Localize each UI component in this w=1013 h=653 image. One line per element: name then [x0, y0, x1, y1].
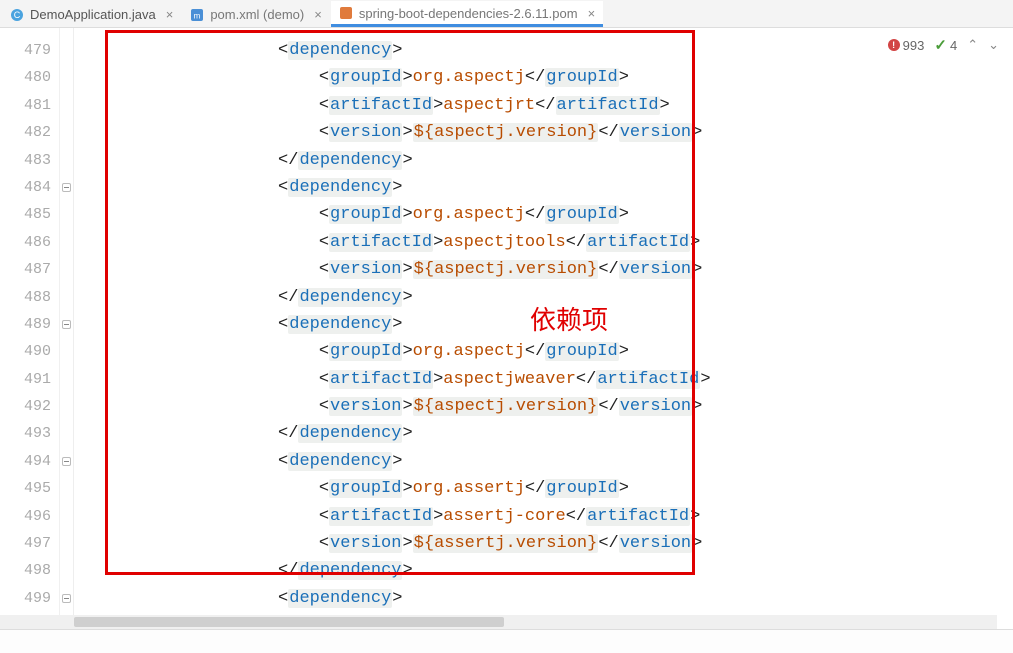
code-line[interactable]: </dependency> — [74, 420, 1013, 447]
warnings-count: 4 — [950, 38, 957, 53]
errors-indicator[interactable]: ! 993 — [888, 38, 925, 53]
tab-spring-boot-deps[interactable]: spring-boot-dependencies-2.6.11.pom × — [331, 1, 603, 27]
line-number[interactable]: 482 — [0, 119, 73, 146]
warnings-indicator[interactable]: ✓ 4 — [934, 36, 957, 54]
line-number[interactable]: 497 — [0, 530, 73, 557]
close-icon[interactable]: × — [166, 8, 174, 21]
code-line[interactable]: <dependency> — [74, 448, 1013, 475]
code-line[interactable]: <version>${aspectj.version}</version> — [74, 256, 1013, 283]
inspection-chevron-down-icon[interactable]: ⌄ — [988, 37, 999, 53]
code-editor[interactable]: <dependency> <groupId>org.aspectj</group… — [74, 28, 1013, 628]
line-number[interactable]: 494 — [0, 448, 73, 475]
close-icon[interactable]: × — [314, 8, 322, 21]
line-number[interactable]: 487 — [0, 256, 73, 283]
error-icon: ! — [888, 39, 900, 51]
tab-pom-xml[interactable]: m pom.xml (demo) × — [182, 1, 330, 27]
code-line[interactable]: </dependency> — [74, 147, 1013, 174]
svg-text:m: m — [194, 11, 201, 20]
code-line[interactable]: <version>${assertj.version}</version> — [74, 530, 1013, 557]
line-number[interactable]: 491 — [0, 366, 73, 393]
code-line[interactable]: <groupId>org.aspectj</groupId> — [74, 338, 1013, 365]
line-number[interactable]: 488 — [0, 284, 73, 311]
line-number[interactable]: 479 — [0, 37, 73, 64]
tab-label: DemoApplication.java — [30, 7, 156, 22]
code-line[interactable]: <dependency> — [74, 174, 1013, 201]
code-line[interactable]: <version>${aspectj.version}</version> — [74, 119, 1013, 146]
inspection-summary[interactable]: ! 993 ✓ 4 ⌃ ⌄ — [884, 34, 1003, 56]
check-icon: ✓ — [934, 36, 947, 54]
code-line[interactable]: <artifactId>aspectjweaver</artifactId> — [74, 366, 1013, 393]
xml-file-icon: m — [190, 8, 204, 22]
pom-file-icon — [339, 6, 353, 20]
code-line[interactable]: <dependency> — [74, 311, 1013, 338]
code-line[interactable]: <artifactId>aspectjtools</artifactId> — [74, 229, 1013, 256]
line-number-gutter[interactable]: 4794804814824834844854864874884894904914… — [0, 28, 74, 628]
code-line[interactable]: <artifactId>assertj-core</artifactId> — [74, 503, 1013, 530]
line-number[interactable]: 493 — [0, 420, 73, 447]
close-icon[interactable]: × — [588, 7, 596, 20]
svg-text:C: C — [14, 10, 21, 20]
line-number[interactable]: 490 — [0, 338, 73, 365]
inspection-chevron-icon[interactable]: ⌃ — [967, 37, 978, 53]
code-line[interactable]: <groupId>org.aspectj</groupId> — [74, 64, 1013, 91]
line-number[interactable]: 492 — [0, 393, 73, 420]
line-number[interactable]: 483 — [0, 147, 73, 174]
code-line[interactable]: <dependency> — [74, 585, 1013, 612]
tab-demoapplication[interactable]: C DemoApplication.java × — [2, 1, 181, 27]
line-number[interactable]: 486 — [0, 229, 73, 256]
editor-area: 4794804814824834844854864874884894904914… — [0, 28, 1013, 628]
code-line[interactable]: </dependency> — [74, 284, 1013, 311]
editor-tabs-bar: C DemoApplication.java × m pom.xml (demo… — [0, 0, 1013, 28]
code-line[interactable]: <version>${aspectj.version}</version> — [74, 393, 1013, 420]
tab-label: pom.xml (demo) — [210, 7, 304, 22]
line-number[interactable]: 495 — [0, 475, 73, 502]
code-line[interactable]: </dependency> — [74, 557, 1013, 584]
code-line[interactable]: <groupId>org.aspectj</groupId> — [74, 201, 1013, 228]
line-number[interactable]: 489 — [0, 311, 73, 338]
line-number[interactable]: 496 — [0, 503, 73, 530]
code-line[interactable]: <groupId>org.assertj</groupId> — [74, 475, 1013, 502]
code-line[interactable]: <dependency> — [74, 37, 1013, 64]
line-number[interactable]: 485 — [0, 201, 73, 228]
java-file-icon: C — [10, 8, 24, 22]
scrollbar-thumb[interactable] — [74, 617, 504, 627]
code-line[interactable]: <artifactId>aspectjrt</artifactId> — [74, 92, 1013, 119]
errors-count: 993 — [903, 38, 925, 53]
horizontal-scrollbar[interactable] — [0, 615, 997, 629]
line-number[interactable]: 499 — [0, 585, 73, 612]
line-number[interactable]: 480 — [0, 64, 73, 91]
tab-label: spring-boot-dependencies-2.6.11.pom — [359, 6, 578, 21]
line-number[interactable]: 481 — [0, 92, 73, 119]
line-number[interactable]: 484 — [0, 174, 73, 201]
breadcrumb-bar[interactable] — [0, 629, 1013, 653]
line-number[interactable]: 498 — [0, 557, 73, 584]
